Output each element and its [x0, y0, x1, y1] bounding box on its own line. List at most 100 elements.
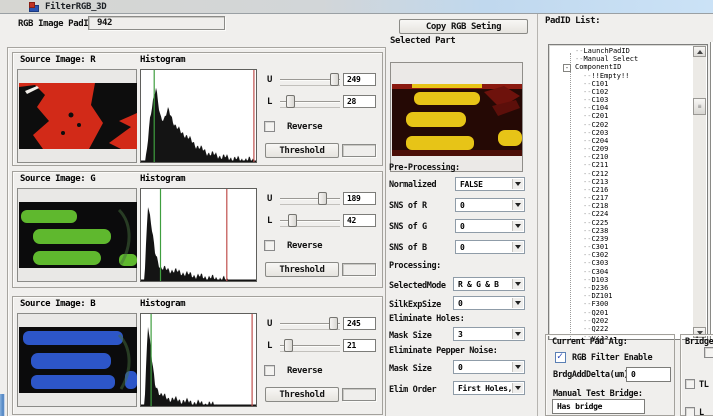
- copy-rgb-setting-button[interactable]: Copy RGB Seting: [399, 19, 528, 34]
- tree-item-componentid[interactable]: -ComponentID: [549, 63, 693, 71]
- l-value-input[interactable]: 21: [343, 339, 376, 352]
- u-slider[interactable]: [280, 317, 340, 330]
- tree-item-dz101[interactable]: --DZ101: [549, 292, 693, 300]
- threshold-button[interactable]: Threshold: [265, 143, 339, 158]
- reverse-checkbox[interactable]: [264, 240, 275, 251]
- tree-item--empty-[interactable]: --!!Empty!!: [549, 72, 693, 80]
- tree-item-c211[interactable]: --C211: [549, 161, 693, 169]
- l-slider-thumb[interactable]: [288, 214, 297, 227]
- u-value-input[interactable]: 249: [343, 73, 376, 86]
- l-slider-thumb[interactable]: [286, 95, 295, 108]
- title-bar[interactable]: FilterRGB_3D: [0, 0, 713, 14]
- dropdown-value: 0: [460, 243, 465, 252]
- sns-of-b-dropdown[interactable]: 0: [455, 240, 525, 254]
- chevron-down-icon[interactable]: [512, 179, 523, 189]
- tree-item-q202[interactable]: --Q202: [549, 317, 693, 325]
- tree-item-manual-select[interactable]: --Manual Select: [549, 55, 693, 63]
- tree-item-c203[interactable]: --C203: [549, 129, 693, 137]
- reverse-checkbox[interactable]: [264, 365, 275, 376]
- bridge-tl-checkbox[interactable]: [685, 379, 695, 389]
- tree-item-d103[interactable]: --D103: [549, 276, 693, 284]
- tree-scrollbar[interactable]: ≡: [693, 46, 706, 338]
- tree-item-c210[interactable]: --C210: [549, 153, 693, 161]
- tree-item-c102[interactable]: --C102: [549, 88, 693, 96]
- brdg-add-delta-label: BrdgAddDelta(um):: [553, 370, 633, 380]
- u-value-input[interactable]: 189: [343, 192, 376, 205]
- l-slider-thumb[interactable]: [284, 339, 293, 352]
- bridge-l-checkbox[interactable]: [685, 407, 695, 416]
- tree-item-f300[interactable]: --F300: [549, 300, 693, 308]
- dropdown-value: 0: [458, 363, 463, 372]
- tree-item-c239[interactable]: --C239: [549, 235, 693, 243]
- chevron-down-icon[interactable]: [512, 200, 523, 210]
- chevron-down-icon[interactable]: [512, 242, 523, 252]
- scrollbar-thumb[interactable]: ≡: [693, 98, 706, 115]
- tree-item-c224[interactable]: --C224: [549, 210, 693, 218]
- tree-item-label: C212: [591, 170, 608, 178]
- mask-size-dropdown[interactable]: 3: [453, 327, 525, 341]
- reverse-label: Reverse: [287, 241, 322, 251]
- tree-item-c204[interactable]: --C204: [549, 137, 693, 145]
- silkexpsize-dropdown[interactable]: 0: [453, 296, 525, 310]
- l-value-input[interactable]: 42: [343, 214, 376, 227]
- l-slider[interactable]: [280, 214, 340, 227]
- chevron-down-icon[interactable]: [512, 329, 523, 339]
- pad-id-tree[interactable]: --LaunchPadID--Manual Select-ComponentID…: [548, 44, 708, 340]
- tree-item-c209[interactable]: --C209: [549, 145, 693, 153]
- u-slider-thumb[interactable]: [330, 73, 339, 86]
- normalized-dropdown[interactable]: FALSE: [455, 177, 525, 191]
- tree-item-q222[interactable]: --Q222: [549, 325, 693, 333]
- tree-item-c104[interactable]: --C104: [549, 104, 693, 112]
- tree-item-c304[interactable]: --C304: [549, 268, 693, 276]
- u-slider-thumb[interactable]: [318, 192, 327, 205]
- tree-item-d236[interactable]: --D236: [549, 284, 693, 292]
- u-slider-thumb[interactable]: [329, 317, 338, 330]
- sns-of-g-dropdown[interactable]: 0: [455, 219, 525, 233]
- selectedmode-dropdown[interactable]: R & G & B: [453, 277, 525, 291]
- collapse-icon[interactable]: -: [563, 64, 571, 72]
- u-slider[interactable]: [280, 192, 340, 205]
- tree-item-launchpadid[interactable]: --LaunchPadID: [549, 47, 693, 55]
- tree-item-c217[interactable]: --C217: [549, 194, 693, 202]
- threshold-button[interactable]: Threshold: [265, 262, 339, 277]
- reverse-checkbox[interactable]: [264, 121, 275, 132]
- l-value-input[interactable]: 28: [343, 95, 376, 108]
- chevron-down-icon[interactable]: [512, 298, 523, 308]
- histogram-plot: [141, 70, 256, 162]
- tree-item-c218[interactable]: --C218: [549, 202, 693, 210]
- chevron-down-icon[interactable]: [512, 362, 523, 372]
- bridge-partial-checkbox[interactable]: [704, 347, 713, 358]
- chevron-down-icon[interactable]: [512, 221, 523, 231]
- chevron-down-icon[interactable]: [512, 383, 523, 393]
- tree-item-label: C209: [591, 145, 608, 153]
- tree-item-c216[interactable]: --C216: [549, 186, 693, 194]
- tree-item-c103[interactable]: --C103: [549, 96, 693, 104]
- tree-item-c201[interactable]: --C201: [549, 112, 693, 120]
- channel-image-box: [17, 188, 137, 282]
- tree-item-c213[interactable]: --C213: [549, 178, 693, 186]
- mask-size-dropdown[interactable]: 0: [453, 360, 525, 374]
- elim-order-dropdown[interactable]: First Holes,: [453, 381, 525, 395]
- rgb-filter-enable-checkbox[interactable]: [555, 352, 566, 363]
- tree-item-c302[interactable]: --C302: [549, 251, 693, 259]
- manual-test-bridge-input[interactable]: Has bridge: [552, 399, 645, 414]
- chevron-down-icon[interactable]: [512, 279, 523, 289]
- tree-item-label: C211: [591, 161, 608, 169]
- threshold-button[interactable]: Threshold: [265, 387, 339, 402]
- tree-item-c225[interactable]: --C225: [549, 219, 693, 227]
- u-slider[interactable]: [280, 73, 340, 86]
- tree-item-c202[interactable]: --C202: [549, 121, 693, 129]
- tree-item-c212[interactable]: --C212: [549, 170, 693, 178]
- scroll-up-icon[interactable]: [693, 46, 706, 57]
- l-slider[interactable]: [280, 339, 340, 352]
- tree-item-q201[interactable]: --Q201: [549, 309, 693, 317]
- sns-of-r-dropdown[interactable]: 0: [455, 198, 525, 212]
- l-slider[interactable]: [280, 95, 340, 108]
- tree-item-c303[interactable]: --C303: [549, 259, 693, 267]
- tree-item-c101[interactable]: --C101: [549, 80, 693, 88]
- brdg-add-delta-input[interactable]: 0: [626, 367, 671, 382]
- u-value-input[interactable]: 245: [343, 317, 376, 330]
- pad-id-value-box[interactable]: 942: [88, 16, 225, 30]
- tree-item-c301[interactable]: --C301: [549, 243, 693, 251]
- tree-item-c238[interactable]: --C238: [549, 227, 693, 235]
